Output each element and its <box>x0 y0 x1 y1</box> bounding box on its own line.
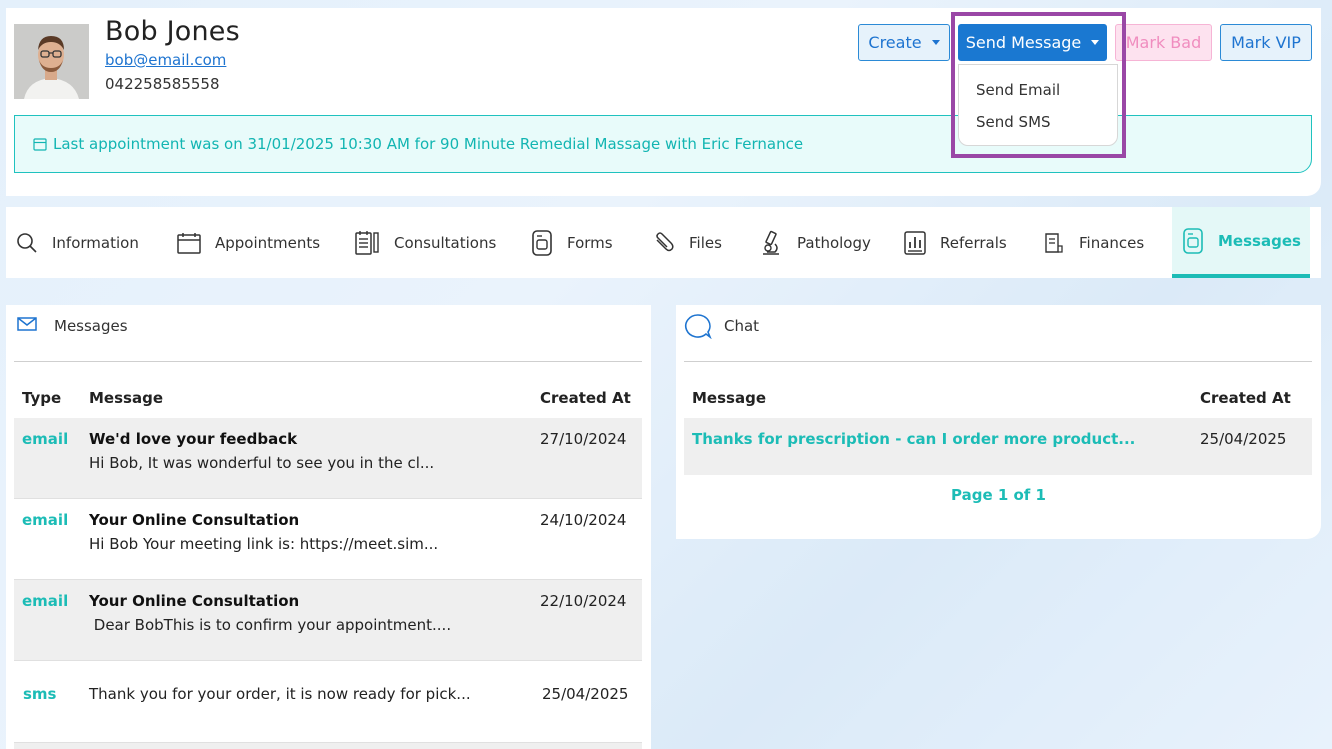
message-date: 27/10/2024 <box>540 430 627 448</box>
tab-label: Referrals <box>940 233 1007 252</box>
table-row[interactable]: email Your Online Consultation Dear BobT… <box>14 580 642 661</box>
last-appointment-text: Last appointment was on 31/01/2025 10:30… <box>53 135 804 153</box>
column-header-created-at: Created At <box>1200 389 1291 407</box>
chat-bubble-icon <box>684 314 712 339</box>
document-icon <box>1183 227 1203 254</box>
message-subject: Your Online Consultation <box>89 511 300 529</box>
column-header-message: Message <box>692 389 766 407</box>
chat-message-link[interactable]: Thanks for prescription - can I order mo… <box>692 430 1135 448</box>
tab-files[interactable]: Files <box>653 207 722 278</box>
mark-vip-button[interactable]: Mark VIP <box>1220 24 1312 61</box>
tab-forms[interactable]: Forms <box>531 207 613 278</box>
chat-message-date: 25/04/2025 <box>1200 430 1287 448</box>
tab-label: Forms <box>567 233 613 252</box>
mail-icon <box>17 317 37 331</box>
chevron-down-icon <box>931 40 940 45</box>
send-message-button-label: Send Message <box>965 33 1082 52</box>
chart-icon <box>904 230 926 255</box>
microscope-icon <box>763 230 779 255</box>
tab-finances[interactable]: Finances <box>1043 207 1144 278</box>
chevron-down-icon <box>1091 40 1100 45</box>
column-header-message: Message <box>89 389 163 407</box>
message-type: email <box>22 511 69 529</box>
column-header-created-at: Created At <box>540 389 631 407</box>
table-row[interactable]: email Your Online Consultation Hi Bob Yo… <box>14 499 642 580</box>
calendar-icon <box>177 232 201 254</box>
message-preview: Hi Bob Your meeting link is: https://mee… <box>89 535 439 553</box>
message-preview: Hi Bob, It was wonderful to see you in t… <box>89 454 435 472</box>
tab-referrals[interactable]: Referrals <box>904 207 1007 278</box>
create-button-label: Create <box>868 33 922 52</box>
client-name: Bob Jones <box>105 16 240 47</box>
tab-consultations[interactable]: Consultations <box>354 207 496 278</box>
notes-icon <box>355 230 379 255</box>
message-type: email <box>22 430 69 448</box>
tab-label: Messages <box>1218 231 1301 250</box>
message-preview: Dear BobThis is to confirm your appointm… <box>89 616 452 634</box>
message-type: email <box>22 592 69 610</box>
message-subject: We'd love your feedback <box>89 430 298 448</box>
send-message-button[interactable]: Send Message <box>958 24 1107 61</box>
client-header-card: Bob Jones bob@email.com 042258585558 Cre… <box>6 8 1321 196</box>
messages-panel-title: Messages <box>54 317 128 335</box>
tab-messages[interactable]: Messages <box>1172 207 1310 278</box>
column-header-type: Type <box>22 389 62 407</box>
mark-bad-button[interactable]: Mark Bad <box>1115 24 1212 61</box>
chat-panel: Chat Message Created At Thanks for presc… <box>676 305 1321 539</box>
client-email-link[interactable]: bob@email.com <box>105 51 226 69</box>
mark-bad-button-label: Mark Bad <box>1125 33 1202 52</box>
table-row[interactable]: email We'd love your feedback Hi Bob, It… <box>14 418 642 499</box>
message-date: 25/04/2025 <box>542 685 629 703</box>
chat-panel-title: Chat <box>724 317 760 335</box>
message-date: 24/10/2024 <box>540 511 627 529</box>
receipt-icon <box>1045 232 1063 253</box>
tab-label: Appointments <box>215 233 321 252</box>
tab-pathology[interactable]: Pathology <box>759 207 871 278</box>
divider <box>14 361 642 362</box>
table-row[interactable]: Thanks for prescription - can I order mo… <box>684 418 1312 475</box>
send-message-dropdown: Send Email Send SMS <box>958 64 1118 146</box>
tab-bar: Information Appointments Consultations F… <box>6 207 1321 278</box>
search-icon <box>17 232 37 253</box>
avatar <box>14 24 89 99</box>
tab-label: Pathology <box>797 233 871 252</box>
calendar-icon <box>33 138 47 151</box>
mark-vip-button-label: Mark VIP <box>1231 33 1301 52</box>
tab-label: Finances <box>1079 233 1145 252</box>
tab-information[interactable]: Information <box>16 207 139 278</box>
tab-label: Information <box>52 233 139 252</box>
tab-label: Files <box>689 233 722 252</box>
message-type: sms <box>23 685 57 703</box>
tab-label: Consultations <box>394 233 497 252</box>
table-row[interactable]: sms Thank you for your order, it is now … <box>14 661 642 743</box>
divider <box>684 361 1312 362</box>
table-row[interactable] <box>14 743 642 749</box>
message-date: 22/10/2024 <box>540 592 627 610</box>
tab-appointments[interactable]: Appointments <box>177 207 320 278</box>
pagination[interactable]: Page 1 of 1 <box>676 486 1321 504</box>
send-sms-menu-item[interactable]: Send SMS <box>976 113 1051 131</box>
client-phone: 042258585558 <box>105 75 220 93</box>
message-preview: Thank you for your order, it is now read… <box>89 685 471 703</box>
paperclip-icon <box>656 231 674 251</box>
create-button[interactable]: Create <box>858 24 950 61</box>
send-email-menu-item[interactable]: Send Email <box>976 81 1060 99</box>
message-subject: Your Online Consultation <box>89 592 300 610</box>
form-icon <box>532 229 552 256</box>
messages-panel: Messages Type Message Created At email W… <box>6 305 651 749</box>
